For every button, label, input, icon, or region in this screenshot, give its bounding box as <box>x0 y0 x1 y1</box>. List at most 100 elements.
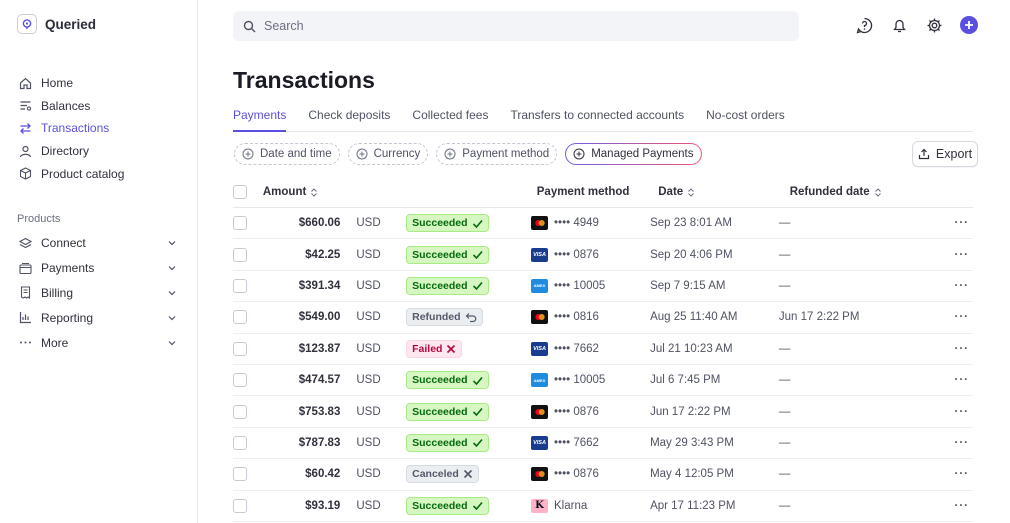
ellipsis-icon <box>19 336 32 349</box>
sidebar-item-directory[interactable]: Directory <box>19 140 189 163</box>
sidebar-item-billing[interactable]: Billing <box>19 281 177 306</box>
refund-arrow-icon <box>465 312 476 322</box>
table-header: Amount Payment method Date Refunded date <box>233 177 973 208</box>
date-cell: Jul 6 7:45 PM <box>650 374 721 387</box>
row-checkbox[interactable] <box>233 467 247 482</box>
sidebar-item-label: Connect <box>41 236 86 251</box>
sidebar-item-label: Product catalog <box>41 166 125 181</box>
filter-managed-payments[interactable]: Managed Payments <box>565 143 701 165</box>
row-more-button[interactable]: ··· <box>955 343 974 355</box>
row-more-button[interactable]: ··· <box>955 406 974 418</box>
sidebar-item-label: Transactions <box>41 121 110 136</box>
create-button[interactable] <box>960 16 978 34</box>
visa-icon: VISA <box>531 247 549 262</box>
amex-icon: AMEX <box>531 373 549 388</box>
visa-icon: VISA <box>531 435 549 450</box>
check-icon <box>472 251 483 260</box>
column-header-label: Refunded date <box>789 186 870 198</box>
sidebar-item-more[interactable]: More <box>19 330 177 355</box>
table-row[interactable]: $391.34 USD Succeeded AMEX •••• 10005 Sep 7 9… <box>233 271 974 303</box>
row-more-button[interactable]: ··· <box>955 280 974 292</box>
row-more-button[interactable]: ··· <box>955 217 974 229</box>
box-icon <box>19 167 32 180</box>
check-icon <box>472 439 483 448</box>
search-input[interactable] <box>264 19 764 33</box>
row-more-button[interactable]: ··· <box>955 468 974 480</box>
sidebar-item-label: More <box>41 335 69 350</box>
column-header-amount[interactable]: Amount <box>263 186 343 198</box>
table-row[interactable]: $753.83 USD Succeeded •••• 0876 Jun 17 2:22 … <box>233 396 974 428</box>
status-badge: Succeeded <box>406 496 489 515</box>
sidebar-item-label: Home <box>41 76 74 91</box>
gear-icon[interactable] <box>925 16 943 34</box>
tab-no-cost-orders[interactable]: No-cost orders <box>706 108 785 132</box>
help-icon[interactable] <box>855 16 873 34</box>
row-more-button[interactable]: ··· <box>955 500 974 512</box>
filter-payment-method[interactable]: Payment method <box>436 143 558 165</box>
page-title: Transactions <box>233 67 375 93</box>
amount-cell: $474.57 <box>298 374 341 387</box>
filter-label: Currency <box>373 148 421 160</box>
row-more-button[interactable]: ··· <box>955 249 974 261</box>
row-checkbox[interactable] <box>233 341 247 356</box>
status-badge: Succeeded <box>406 276 489 295</box>
date-cell: Sep 7 9:15 AM <box>650 279 726 292</box>
filter-date-and-time[interactable]: Date and time <box>234 143 340 165</box>
sidebar-item-label: Billing <box>41 285 74 300</box>
row-checkbox[interactable] <box>233 216 247 231</box>
column-header-date[interactable]: Date <box>658 186 789 198</box>
tab-payments[interactable]: Payments <box>233 108 287 132</box>
row-more-button[interactable]: ··· <box>955 437 974 449</box>
sidebar-item-balances[interactable]: Balances <box>19 95 189 118</box>
status-label: Canceled <box>412 468 459 481</box>
refunded-date-cell: Jun 17 2:22 PM <box>778 311 860 324</box>
tab-transfers[interactable]: Transfers to connected accounts <box>510 108 684 132</box>
row-checkbox[interactable] <box>233 247 247 262</box>
row-checkbox[interactable] <box>233 278 247 293</box>
brand[interactable]: Queried <box>17 14 96 34</box>
amount-cell: $787.83 <box>298 436 341 449</box>
primary-nav: Home Balances Transactions Directory Pro… <box>19 72 189 185</box>
export-button[interactable]: Export <box>912 141 978 167</box>
row-checkbox[interactable] <box>233 310 247 325</box>
sidebar-item-payments[interactable]: Payments <box>19 256 177 281</box>
column-header-payment-method: Payment method <box>536 186 630 198</box>
row-checkbox[interactable] <box>233 435 247 450</box>
sidebar: Queried Home Balances Transactions Direc… <box>0 0 198 523</box>
select-all-checkbox[interactable] <box>233 185 247 199</box>
sidebar-item-connect[interactable]: Connect <box>19 231 177 256</box>
table-row[interactable]: $660.06 USD Succeeded •••• 4949 Sep 23 8:01 … <box>233 208 974 240</box>
payment-method-label: •••• 10005 <box>554 374 606 387</box>
sidebar-item-label: Payments <box>41 261 95 276</box>
add-circle-icon <box>242 148 254 160</box>
filter-currency[interactable]: Currency <box>347 143 429 165</box>
table-row[interactable]: $42.25 USD Succeeded VISA •••• 0876 Sep 20 4:… <box>233 239 974 271</box>
row-checkbox[interactable] <box>233 404 247 419</box>
export-label: Export <box>935 147 973 161</box>
column-header-refunded-date[interactable]: Refunded date <box>790 186 969 198</box>
table-row[interactable]: $123.87 USD Failed VISA •••• 7662 Jul 21 10:2… <box>233 334 973 365</box>
sidebar-item-label: Directory <box>41 144 90 159</box>
search-bar[interactable] <box>233 11 799 41</box>
chevron-down-icon <box>168 241 176 246</box>
table-row[interactable]: $93.19 USD Succeeded K Klarna Apr 17 11:23 PM… <box>233 491 973 522</box>
tab-check-deposits[interactable]: Check deposits <box>308 108 390 132</box>
bell-icon[interactable] <box>890 16 908 34</box>
klarna-icon: K <box>531 498 549 513</box>
table-row[interactable]: $60.42 USD Canceled •••• 0876 May 4 12:05 PM… <box>233 459 974 491</box>
table-row[interactable]: $549.00 USD Refunded •••• 0816 Aug 25 11:40 … <box>233 302 974 334</box>
sidebar-item-product-catalog[interactable]: Product catalog <box>19 162 189 185</box>
row-checkbox[interactable] <box>233 498 247 513</box>
sidebar-item-reporting[interactable]: Reporting <box>19 305 177 330</box>
table-row[interactable]: $787.83 USD Succeeded VISA •••• 7662 May 29 3… <box>233 428 974 460</box>
sidebar-item-transactions[interactable]: Transactions <box>19 117 189 140</box>
tab-collected-fees[interactable]: Collected fees <box>412 108 488 132</box>
row-checkbox[interactable] <box>233 373 247 388</box>
table-body: $660.06 USD Succeeded •••• 4949 Sep 23 8:01 … <box>233 208 973 522</box>
add-circle-icon <box>444 148 456 160</box>
table-row[interactable]: $474.57 USD Succeeded AMEX •••• 10005 Jul 6 7… <box>233 365 974 397</box>
row-more-button[interactable]: ··· <box>955 374 974 386</box>
sidebar-item-home[interactable]: Home <box>19 72 189 95</box>
row-more-button[interactable]: ··· <box>955 311 974 323</box>
payment-method-cell: •••• 0816 <box>531 310 650 325</box>
